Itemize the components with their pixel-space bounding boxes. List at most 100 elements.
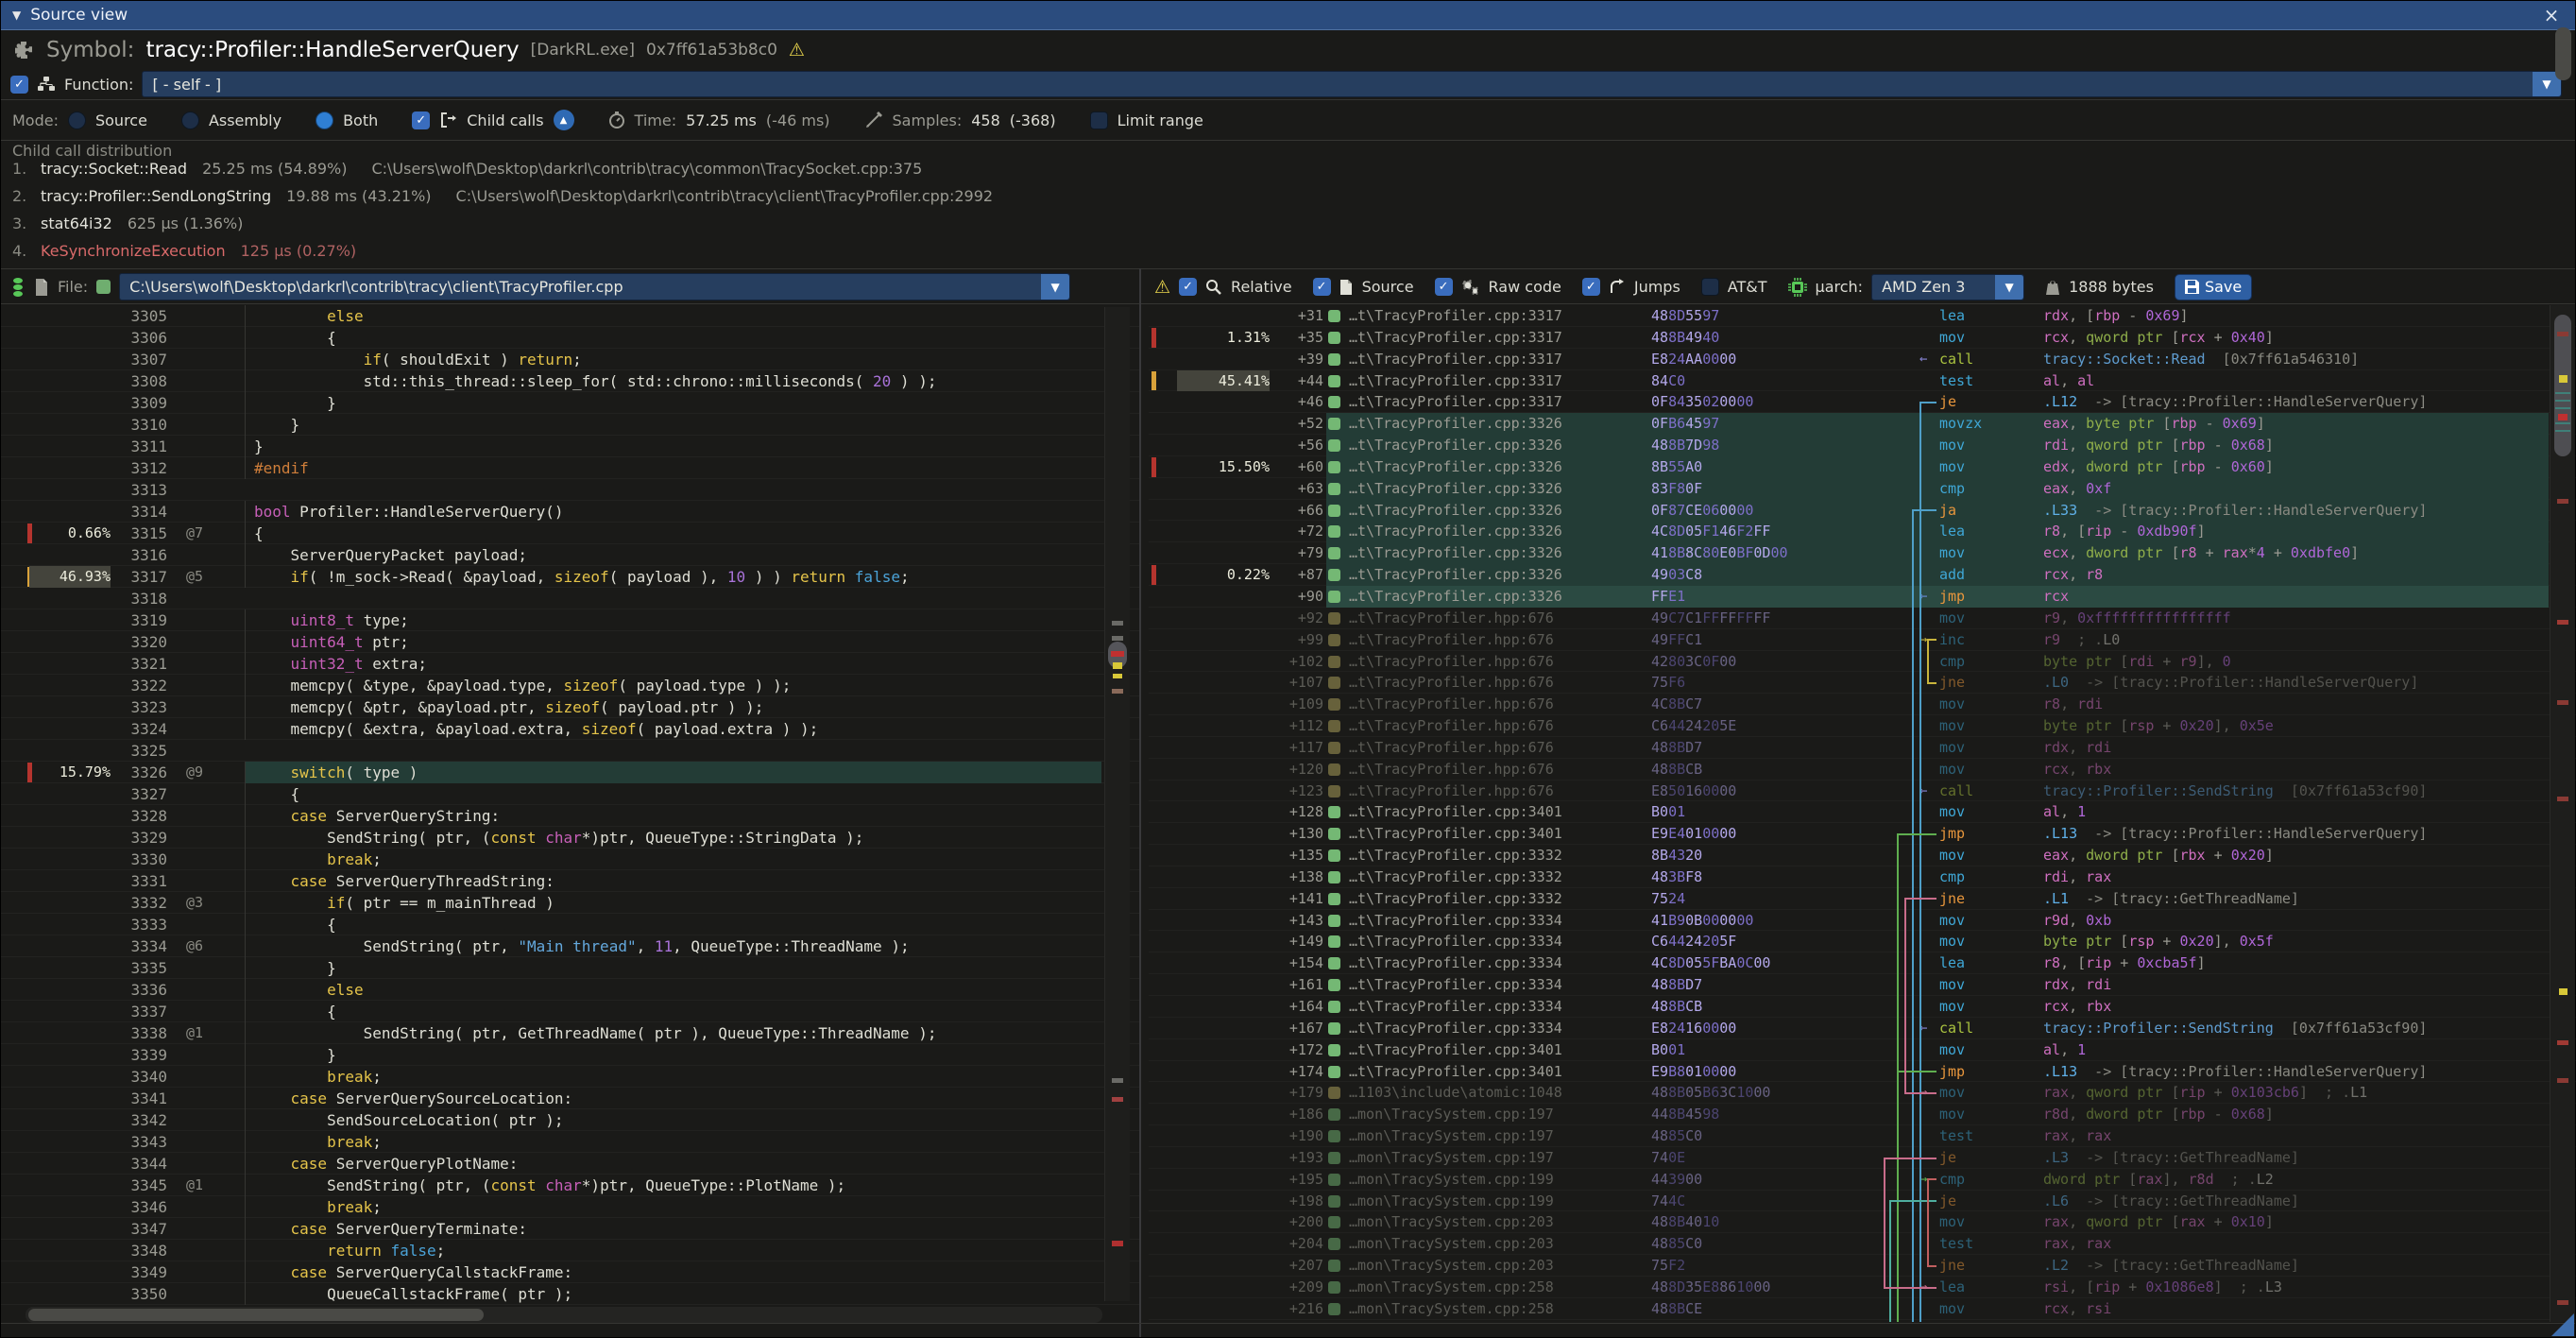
source-line[interactable]: 3310 }	[1, 414, 1139, 436]
source-line[interactable]: 3325	[1, 740, 1139, 762]
source-line[interactable]: 15.79%3326@9 switch( type )	[1, 762, 1139, 783]
source-line[interactable]: 46.93%3317@5 if( !m_sock->Read( &payload…	[1, 566, 1139, 588]
chevron-down-icon[interactable]: ▼	[1995, 275, 2023, 300]
asm-row[interactable]: +130…t\TracyProfiler.cpp:3401E9E4010000j…	[1149, 823, 2576, 845]
source-line[interactable]: 3312#endif	[1, 457, 1139, 479]
asm-row[interactable]: 15.50%+60…t\TracyProfiler.cpp:33268B55A0…	[1149, 456, 2576, 478]
asm-row[interactable]: +92…t\TracyProfiler.hpp:67649C7C1FFFFFFF…	[1149, 608, 2576, 629]
asm-row[interactable]: +102…t\TracyProfiler.hpp:67642803C0F00cm…	[1149, 651, 2576, 673]
source-line[interactable]: 3349 case ServerQueryCallstackFrame:	[1, 1261, 1139, 1283]
asm-row[interactable]: +128…t\TracyProfiler.cpp:3401B001moval, …	[1149, 801, 2576, 823]
source-line[interactable]: 3341 case ServerQuerySourceLocation:	[1, 1088, 1139, 1109]
radio-assembly[interactable]	[181, 112, 199, 129]
source-line[interactable]: 3328 case ServerQueryString:	[1, 805, 1139, 827]
asm-row[interactable]: +207…mon\TracySystem.cpp:20375F2jne.L2 -…	[1149, 1255, 2576, 1277]
distribution-item[interactable]: 1.tracy::Socket::Read25.25 ms (54.89%)C:…	[12, 160, 2575, 187]
asm-row[interactable]: 1.31%+35…t\TracyProfiler.cpp:3317488B494…	[1149, 327, 2576, 349]
source-line[interactable]: 3343 break;	[1, 1131, 1139, 1153]
source-label[interactable]: Source	[1362, 278, 1414, 296]
uarch-select[interactable]: AMD Zen 3 ▼	[1871, 274, 2024, 300]
source-line[interactable]: 3306 {	[1, 327, 1139, 349]
limit-range-checkbox[interactable]: ✓	[1090, 112, 1108, 129]
asm-row[interactable]: +117…t\TracyProfiler.hpp:676488BD7movrdx…	[1149, 737, 2576, 759]
raw-code-checkbox[interactable]: ✓	[1435, 278, 1453, 296]
distribution-item[interactable]: 2.tracy::Profiler::SendLongString19.88 m…	[12, 187, 2575, 214]
distribution-item[interactable]: 3.stat64i32625 μs (1.36%)	[12, 214, 2575, 242]
asm-row[interactable]: +112…t\TracyProfiler.hpp:676C64424205Emo…	[1149, 715, 2576, 737]
radio-source[interactable]	[68, 112, 86, 129]
source-line[interactable]: 3313	[1, 479, 1139, 501]
asm-row[interactable]: +216…mon\TracySystem.cpp:258488BCEmovrcx…	[1149, 1298, 2576, 1320]
asm-row[interactable]: +161…t\TracyProfiler.cpp:3334488BD7movrd…	[1149, 974, 2576, 996]
source-line[interactable]: 3308 std::this_thread::sleep_for( std::c…	[1, 370, 1139, 392]
close-icon[interactable]: ×	[2539, 4, 2564, 26]
asm-row[interactable]: +167…t\TracyProfiler.cpp:3334E824160000←…	[1149, 1018, 2576, 1039]
asm-row[interactable]: +90…t\TracyProfiler.cpp:3326FFE1←jmprcx	[1149, 586, 2576, 608]
source-line[interactable]: 3348 return false;	[1, 1240, 1139, 1261]
source-line[interactable]: 3329 SendString( ptr, (const char*)ptr, …	[1, 827, 1139, 849]
asm-row[interactable]: +195…mon\TracySystem.cpp:199443900→cmpdw…	[1149, 1169, 2576, 1191]
relative-checkbox[interactable]: ✓	[1179, 278, 1197, 296]
source-line[interactable]: 3344 case ServerQueryPlotName:	[1, 1153, 1139, 1175]
source-line[interactable]: 3307 if( shouldExit ) return;	[1, 349, 1139, 370]
jumps-checkbox[interactable]: ✓	[1582, 278, 1600, 296]
distribution-item[interactable]: 4.KeSynchronizeExecution125 μs (0.27%)	[12, 242, 2575, 268]
raw-code-label[interactable]: Raw code	[1489, 278, 1561, 296]
source-horizontal-scrollbar[interactable]	[26, 1307, 1102, 1323]
asm-row[interactable]: +46…t\TracyProfiler.cpp:33170F8435020000…	[1149, 391, 2576, 413]
asm-row[interactable]: +172…t\TracyProfiler.cpp:3401B001moval, …	[1149, 1039, 2576, 1061]
asm-row[interactable]: +200…mon\TracySystem.cpp:203488B4010movr…	[1149, 1211, 2576, 1233]
asm-row[interactable]: +198…mon\TracySystem.cpp:199744Cje.L6 ->…	[1149, 1191, 2576, 1212]
radio-both-label[interactable]: Both	[343, 112, 378, 129]
asm-row[interactable]: +190…mon\TracySystem.cpp:1974885C0testra…	[1149, 1125, 2576, 1147]
source-line[interactable]: 0.66%3315@7{	[1, 523, 1139, 544]
source-line[interactable]: 3327 {	[1, 783, 1139, 805]
source-line[interactable]: 3331 case ServerQueryThreadString:	[1, 870, 1139, 892]
asm-row[interactable]: +123…t\TracyProfiler.hpp:676E850160000←c…	[1149, 780, 2576, 802]
source-line[interactable]: 3314bool Profiler::HandleServerQuery()	[1, 501, 1139, 523]
asm-row[interactable]: +193…mon\TracySystem.cpp:197740Eje.L3 ->…	[1149, 1147, 2576, 1169]
asm-row[interactable]: +164…t\TracyProfiler.cpp:3334488BCBmovrc…	[1149, 996, 2576, 1018]
source-line[interactable]: 3309 }	[1, 392, 1139, 414]
source-checkbox[interactable]: ✓	[1313, 278, 1331, 296]
source-line[interactable]: 3320 uint64_t ptr;	[1, 631, 1139, 653]
asm-row[interactable]: +56…t\TracyProfiler.cpp:3326488B7D98movr…	[1149, 435, 2576, 456]
limit-range-label[interactable]: Limit range	[1117, 112, 1203, 129]
asm-row[interactable]: +135…t\TracyProfiler.cpp:33328B4320movea…	[1149, 845, 2576, 866]
child-calls-label[interactable]: Child calls	[467, 112, 543, 129]
asm-row[interactable]: +79…t\TracyProfiler.cpp:3326418B8C80E0BF…	[1149, 542, 2576, 564]
chevron-down-icon[interactable]: ▼	[1041, 274, 1069, 300]
source-line[interactable]: 3323 memcpy( &ptr, &payload.ptr, sizeof(…	[1, 696, 1139, 718]
function-select[interactable]: [ - self - ] ▼	[142, 71, 2562, 97]
source-line[interactable]: 3319 uint8_t type;	[1, 609, 1139, 631]
source-line[interactable]: 3305 else	[1, 305, 1139, 327]
asm-row[interactable]: +120…t\TracyProfiler.hpp:676488BCBmovrcx…	[1149, 759, 2576, 780]
scrollbar-thumb[interactable]	[28, 1309, 484, 1321]
function-checkbox[interactable]: ✓	[10, 76, 28, 94]
source-vertical-scrollbar[interactable]	[1104, 307, 1130, 1301]
radio-both[interactable]	[316, 112, 333, 129]
source-line[interactable]: 3318	[1, 588, 1139, 609]
save-button[interactable]: Save	[2175, 274, 2252, 300]
asm-row[interactable]: +186…mon\TracySystem.cpp:197448B4598movr…	[1149, 1104, 2576, 1125]
asm-row[interactable]: +179…1103\include\atomic:1048488B05B63C1…	[1149, 1082, 2576, 1104]
asm-row[interactable]: +141…t\TracyProfiler.cpp:33327524jne.L1 …	[1149, 888, 2576, 910]
source-line[interactable]: 3338@1 SendString( ptr, GetThreadName( p…	[1, 1022, 1139, 1044]
child-calls-checkbox[interactable]: ✓	[412, 112, 430, 129]
distribution-scrollbar[interactable]	[2555, 27, 2571, 80]
asm-row[interactable]: +174…t\TracyProfiler.cpp:3401E9B8010000j…	[1149, 1061, 2576, 1083]
source-line[interactable]: 3311}	[1, 436, 1139, 457]
collapse-icon[interactable]: ▼	[12, 9, 21, 22]
asm-row[interactable]: +72…t\TracyProfiler.cpp:33264C8D05F146F2…	[1149, 521, 2576, 542]
asm-row[interactable]: +204…mon\TracySystem.cpp:2034885C0testra…	[1149, 1233, 2576, 1255]
source-line[interactable]: 3350 QueueCallstackFrame( ptr );	[1, 1283, 1139, 1305]
source-line[interactable]: 3342 SendSourceLocation( ptr );	[1, 1109, 1139, 1131]
jumps-label[interactable]: Jumps	[1634, 278, 1680, 296]
att-label[interactable]: AT&T	[1728, 278, 1767, 296]
asm-row[interactable]: 0.22%+87…t\TracyProfiler.cpp:33264903C8a…	[1149, 564, 2576, 586]
source-line[interactable]: 3330 break;	[1, 849, 1139, 870]
source-line[interactable]: 3322 memcpy( &type, &payload.type, sizeo…	[1, 675, 1139, 696]
source-line[interactable]: 3321 uint32_t extra;	[1, 653, 1139, 675]
asm-row[interactable]: +52…t\TracyProfiler.cpp:33260FB64597movz…	[1149, 413, 2576, 435]
asm-row[interactable]: +63…t\TracyProfiler.cpp:332683F80Fcmpeax…	[1149, 478, 2576, 500]
